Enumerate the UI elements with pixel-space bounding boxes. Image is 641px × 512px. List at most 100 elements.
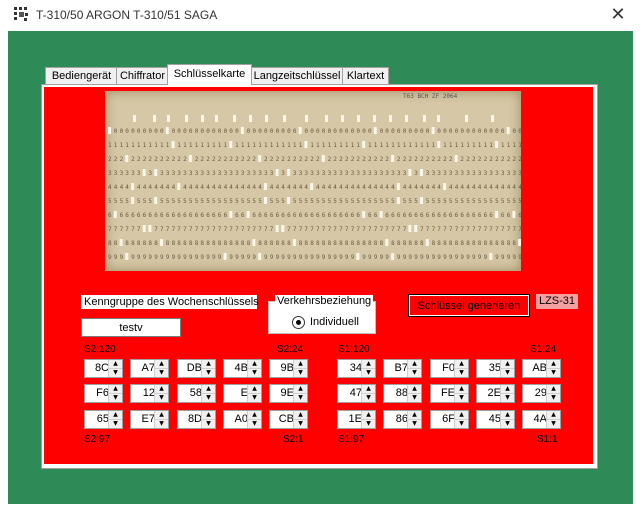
chevron-up-icon[interactable]: ▲ xyxy=(248,385,261,394)
s2-spinner[interactable]: 12 ▲ ▼ xyxy=(130,384,169,403)
chevron-down-icon[interactable]: ▼ xyxy=(109,420,122,428)
chevron-up-icon[interactable]: ▲ xyxy=(362,385,375,394)
s1-spinner-value[interactable]: 4A xyxy=(523,411,547,428)
chevron-down-icon[interactable]: ▼ xyxy=(547,394,560,402)
chevron-down-icon[interactable]: ▼ xyxy=(455,394,468,402)
chevron-down-icon[interactable]: ▼ xyxy=(109,394,122,402)
s2-spinner[interactable]: A0 ▲ ▼ xyxy=(223,410,262,429)
s2-spinner[interactable]: 65 ▲ ▼ xyxy=(84,410,123,429)
s1-spinner-value[interactable]: 45 xyxy=(477,411,501,428)
chevron-up-icon[interactable]: ▲ xyxy=(294,385,307,394)
s1-spinner[interactable]: 29 ▲ ▼ xyxy=(522,384,561,403)
chevron-up-icon[interactable]: ▲ xyxy=(202,385,215,394)
chevron-down-icon[interactable]: ▼ xyxy=(455,420,468,428)
chevron-up-icon[interactable]: ▲ xyxy=(501,360,514,369)
chevron-up-icon[interactable]: ▲ xyxy=(294,360,307,369)
chevron-up-icon[interactable]: ▲ xyxy=(455,411,468,420)
chevron-up-icon[interactable]: ▲ xyxy=(294,411,307,420)
chevron-down-icon[interactable]: ▼ xyxy=(155,394,168,402)
chevron-down-icon[interactable]: ▼ xyxy=(362,420,375,428)
chevron-down-icon[interactable]: ▼ xyxy=(155,420,168,428)
s1-spinner[interactable]: FE ▲ ▼ xyxy=(430,384,469,403)
s1-spinner[interactable]: 47 ▲ ▼ xyxy=(337,384,376,403)
chevron-down-icon[interactable]: ▼ xyxy=(294,394,307,402)
s1-spinner[interactable]: 6F ▲ ▼ xyxy=(430,410,469,429)
s2-spinner-value[interactable]: 9E xyxy=(270,385,294,402)
generate-key-button[interactable]: Schlüssel generieren xyxy=(408,294,530,317)
s2-spinner-value[interactable]: 8C xyxy=(85,360,109,377)
s1-spinner-value[interactable]: 29 xyxy=(523,385,547,402)
chevron-down-icon[interactable]: ▼ xyxy=(408,394,421,402)
s2-spinner[interactable]: F6 ▲ ▼ xyxy=(84,384,123,403)
chevron-up-icon[interactable]: ▲ xyxy=(408,385,421,394)
chevron-up-icon[interactable]: ▲ xyxy=(408,360,421,369)
s1-spinner[interactable]: 4A ▲ ▼ xyxy=(522,410,561,429)
s1-spinner[interactable]: 45 ▲ ▼ xyxy=(476,410,515,429)
close-icon[interactable]: ✕ xyxy=(604,2,632,28)
s2-spinner[interactable]: E7 ▲ ▼ xyxy=(130,410,169,429)
s1-spinner-value[interactable]: 35 xyxy=(477,360,501,377)
chevron-up-icon[interactable]: ▲ xyxy=(109,360,122,369)
chevron-down-icon[interactable]: ▼ xyxy=(408,369,421,377)
s2-spinner-value[interactable]: 58 xyxy=(178,385,202,402)
chevron-down-icon[interactable]: ▼ xyxy=(202,394,215,402)
s1-spinner[interactable]: 88 ▲ ▼ xyxy=(383,384,422,403)
s2-spinner[interactable]: DB ▲ ▼ xyxy=(177,359,216,378)
s2-spinner-value[interactable]: E7 xyxy=(131,411,155,428)
chevron-up-icon[interactable]: ▲ xyxy=(155,360,168,369)
s2-spinner[interactable]: 58 ▲ ▼ xyxy=(177,384,216,403)
kenngruppe-input[interactable]: testv xyxy=(81,318,181,337)
chevron-down-icon[interactable]: ▼ xyxy=(501,394,514,402)
chevron-down-icon[interactable]: ▼ xyxy=(362,394,375,402)
chevron-up-icon[interactable]: ▲ xyxy=(202,411,215,420)
s2-spinner[interactable]: E ▲ ▼ xyxy=(223,384,262,403)
chevron-up-icon[interactable]: ▲ xyxy=(248,411,261,420)
s1-spinner[interactable]: F0 ▲ ▼ xyxy=(430,359,469,378)
chevron-up-icon[interactable]: ▲ xyxy=(455,360,468,369)
tab-bediengeraet[interactable]: Bediengerät xyxy=(45,67,118,84)
s2-spinner-value[interactable]: 12 xyxy=(131,385,155,402)
chevron-up-icon[interactable]: ▲ xyxy=(109,385,122,394)
chevron-down-icon[interactable]: ▼ xyxy=(248,369,261,377)
s1-spinner[interactable]: 34 ▲ ▼ xyxy=(337,359,376,378)
tab-schluesselkarte[interactable]: Schlüsselkarte xyxy=(167,64,252,85)
s1-spinner[interactable]: 1E ▲ ▼ xyxy=(337,410,376,429)
chevron-down-icon[interactable]: ▼ xyxy=(202,420,215,428)
s1-spinner[interactable]: 35 ▲ ▼ xyxy=(476,359,515,378)
chevron-up-icon[interactable]: ▲ xyxy=(248,360,261,369)
chevron-up-icon[interactable]: ▲ xyxy=(155,411,168,420)
s1-spinner-value[interactable]: 86 xyxy=(384,411,408,428)
s2-spinner-value[interactable]: F6 xyxy=(85,385,109,402)
chevron-up-icon[interactable]: ▲ xyxy=(547,385,560,394)
chevron-down-icon[interactable]: ▼ xyxy=(501,369,514,377)
s1-spinner-value[interactable]: F0 xyxy=(431,360,455,377)
s2-spinner[interactable]: 8C ▲ ▼ xyxy=(84,359,123,378)
s2-spinner-value[interactable]: 65 xyxy=(85,411,109,428)
chevron-down-icon[interactable]: ▼ xyxy=(294,420,307,428)
chevron-down-icon[interactable]: ▼ xyxy=(155,369,168,377)
s1-spinner-value[interactable]: 88 xyxy=(384,385,408,402)
chevron-up-icon[interactable]: ▲ xyxy=(155,385,168,394)
s2-spinner-value[interactable]: A7 xyxy=(131,360,155,377)
chevron-up-icon[interactable]: ▲ xyxy=(501,385,514,394)
chevron-down-icon[interactable]: ▼ xyxy=(455,369,468,377)
chevron-down-icon[interactable]: ▼ xyxy=(294,369,307,377)
tab-chiffrator[interactable]: Chiffrator xyxy=(116,67,169,84)
s2-spinner-value[interactable]: E xyxy=(224,385,248,402)
chevron-down-icon[interactable]: ▼ xyxy=(408,420,421,428)
s2-spinner-value[interactable]: 8D xyxy=(178,411,202,428)
s2-spinner-value[interactable]: 4B xyxy=(224,360,248,377)
s2-spinner-value[interactable]: A0 xyxy=(224,411,248,428)
chevron-down-icon[interactable]: ▼ xyxy=(248,420,261,428)
chevron-down-icon[interactable]: ▼ xyxy=(202,369,215,377)
chevron-up-icon[interactable]: ▲ xyxy=(109,411,122,420)
chevron-down-icon[interactable]: ▼ xyxy=(362,369,375,377)
chevron-up-icon[interactable]: ▲ xyxy=(362,360,375,369)
chevron-down-icon[interactable]: ▼ xyxy=(109,369,122,377)
chevron-down-icon[interactable]: ▼ xyxy=(501,420,514,428)
s1-spinner-value[interactable]: 1E xyxy=(338,411,362,428)
s1-spinner-value[interactable]: 6F xyxy=(431,411,455,428)
s1-spinner-value[interactable]: AB xyxy=(523,360,547,377)
s2-spinner-value[interactable]: DB xyxy=(178,360,202,377)
s1-spinner[interactable]: B7 ▲ ▼ xyxy=(383,359,422,378)
